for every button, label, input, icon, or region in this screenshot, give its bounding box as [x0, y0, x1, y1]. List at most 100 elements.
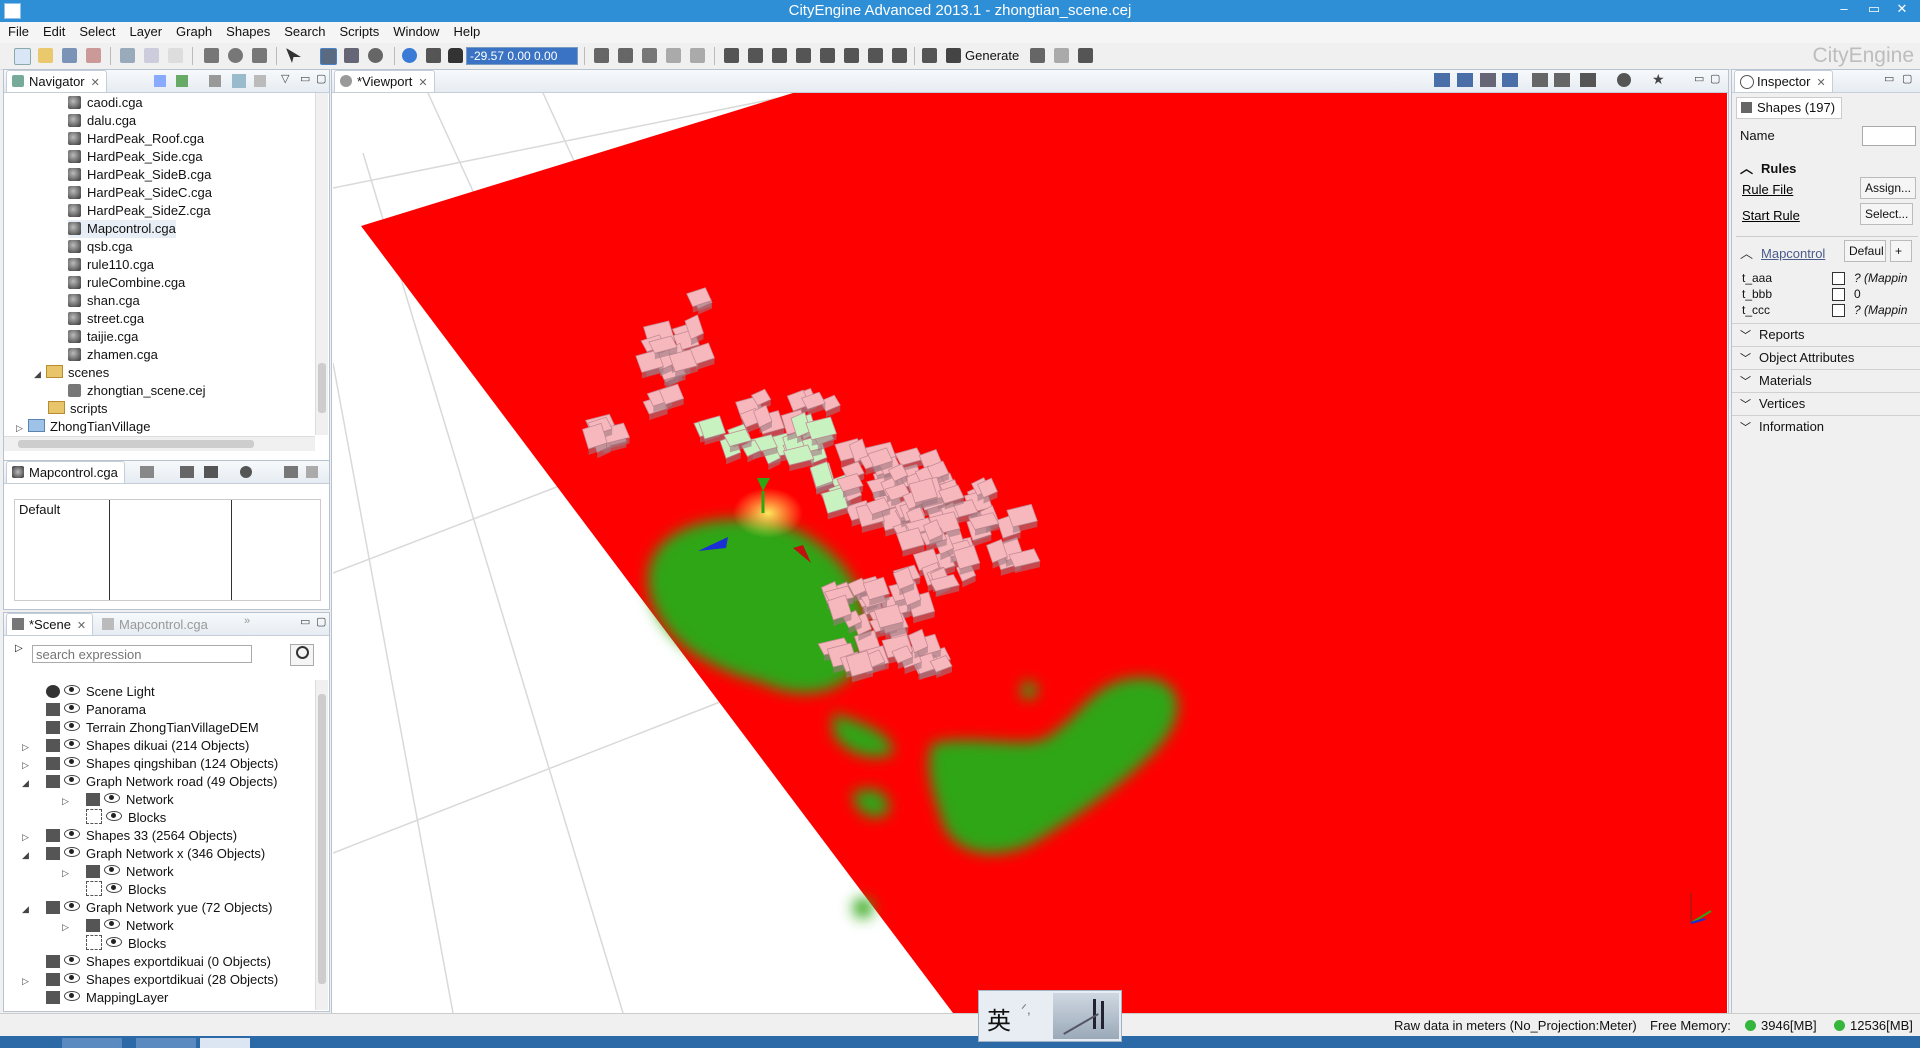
minimize-panel-icon[interactable]: ▭	[300, 72, 310, 85]
navigator-file[interactable]: zhamen.cga	[68, 346, 158, 364]
menu-file[interactable]: File	[0, 22, 35, 39]
rule-file-link[interactable]: Rule File	[1742, 182, 1793, 197]
add-style-button[interactable]: +	[1890, 240, 1912, 262]
bookmarks-icon[interactable]	[1532, 73, 1548, 87]
shape-tool-5-icon[interactable]	[820, 48, 835, 63]
delete-models-icon[interactable]	[1078, 48, 1093, 63]
view-menu-icon[interactable]	[209, 75, 221, 87]
maximize-panel-icon[interactable]: ▢	[316, 615, 326, 628]
scene-layer-row[interactable]: ▷ Shapes qingshiban (124 Objects)	[22, 755, 278, 773]
maximize-panel-icon[interactable]: ▢	[316, 72, 326, 85]
minimize-button[interactable]: –	[1830, 1, 1858, 16]
generate-icon[interactable]	[946, 48, 961, 63]
move-icon[interactable]	[204, 48, 219, 63]
search-button[interactable]	[290, 644, 314, 666]
gear-icon[interactable]	[1617, 73, 1631, 87]
street-tool-icon[interactable]	[618, 48, 633, 63]
menu-window[interactable]: Window	[385, 22, 445, 39]
scene-layer-row[interactable]: ▷ Network	[62, 863, 174, 881]
navigator-file[interactable]: HardPeak_SideZ.cga	[68, 202, 211, 220]
shape-tool-4-icon[interactable]	[796, 48, 811, 63]
select-start-rule-button[interactable]: Select...	[1860, 203, 1914, 225]
open-folder-icon[interactable]	[38, 48, 53, 63]
scene-layer-row[interactable]: Panorama	[22, 701, 146, 719]
navigator-file[interactable]: HardPeak_Side.cga	[68, 148, 203, 166]
shape-tool-3-icon[interactable]	[772, 48, 787, 63]
align-tool-icon[interactable]	[666, 48, 681, 63]
graph-tool-icon[interactable]	[642, 48, 657, 63]
world-coords-icon[interactable]	[402, 48, 417, 63]
shaded-icon[interactable]	[1457, 73, 1473, 87]
start-rule-link[interactable]: Start Rule	[1742, 208, 1800, 223]
close-icon[interactable]: ✕	[91, 77, 100, 89]
scene-layer-row[interactable]: Shapes exportdikuai (0 Objects)	[22, 953, 271, 971]
eye-icon[interactable]	[106, 883, 122, 893]
select-arrow-icon[interactable]	[286, 48, 301, 63]
maximize-panel-icon[interactable]: ▢	[1902, 72, 1912, 85]
shape-tool-7-icon[interactable]	[868, 48, 883, 63]
eye-icon[interactable]	[64, 703, 80, 713]
chevron-right-icon[interactable]: ▷	[22, 828, 46, 846]
eye-icon[interactable]	[64, 955, 80, 965]
polygon-tool-icon[interactable]	[594, 48, 609, 63]
eye-icon[interactable]	[64, 973, 80, 983]
tab-mapcontrol[interactable]: Mapcontrol.cga	[6, 461, 125, 483]
navigator-folder-scenes[interactable]: ◢ scenes	[34, 364, 109, 382]
connect-attribute-icon[interactable]	[1832, 288, 1845, 301]
eye-icon[interactable]	[64, 685, 80, 695]
rotate-icon[interactable]	[228, 48, 243, 63]
eye-icon[interactable]	[64, 991, 80, 1001]
maximize-panel-icon[interactable]: ▢	[1710, 72, 1720, 85]
taskbar-app-3[interactable]	[200, 1038, 250, 1048]
lock-icon[interactable]	[448, 48, 463, 63]
paste-icon[interactable]	[168, 48, 183, 63]
navigator-file[interactable]: dalu.cga	[68, 112, 136, 130]
navigator-file[interactable]: caodi.cga	[68, 94, 143, 112]
tab-mapcontrol-inactive[interactable]: Mapcontrol.cga	[96, 613, 215, 635]
close-icon[interactable]: ✕	[1816, 77, 1825, 89]
object-coords-icon[interactable]	[426, 48, 441, 63]
taskbar-app-2[interactable]	[136, 1038, 196, 1048]
scale-icon[interactable]	[252, 48, 267, 63]
shapes-count-tab[interactable]: Shapes (197)	[1736, 97, 1842, 119]
taskbar-app-1[interactable]	[62, 1038, 122, 1048]
clean-models-icon[interactable]	[1054, 48, 1069, 63]
pin-icon[interactable]	[306, 466, 318, 478]
close-icon[interactable]: ✕	[77, 620, 86, 632]
attribute-value[interactable]: 0	[1854, 287, 1918, 301]
more-tabs-icon[interactable]: »	[244, 615, 250, 627]
navigator-file[interactable]: HardPeak_Roof.cga	[68, 130, 204, 148]
viewport-3d-scene[interactable]	[333, 93, 1727, 1013]
navigator-file[interactable]: street.cga	[68, 310, 144, 328]
menu-scripts[interactable]: Scripts	[331, 22, 385, 39]
section-vertices[interactable]: ﹀ Vertices	[1740, 396, 1805, 412]
scene-layer-row[interactable]: ◢ Graph Network x (346 Objects)	[22, 845, 265, 863]
minimize-panel-icon[interactable]: ▭	[1884, 72, 1894, 85]
eye-icon[interactable]	[64, 739, 80, 749]
navigator-hscrollbar[interactable]	[4, 436, 315, 451]
chevron-down-icon[interactable]: ◢	[22, 846, 46, 864]
scene-layer-row[interactable]: ▷ Shapes exportdikuai (28 Objects)	[22, 971, 278, 989]
tab-inspector[interactable]: Inspector ✕	[1734, 70, 1833, 92]
export-icon[interactable]	[284, 466, 298, 478]
tool-icon[interactable]	[86, 48, 101, 63]
search-input[interactable]	[32, 645, 252, 663]
navigator-file[interactable]: qsb.cga	[68, 238, 133, 256]
chevron-down-icon[interactable]: ▽	[281, 72, 289, 85]
eye-icon[interactable]	[104, 919, 120, 929]
select-mode-icon[interactable]	[320, 48, 337, 65]
navigator-scene-file[interactable]: zhongtian_scene.cej	[68, 382, 206, 400]
menu-help[interactable]: Help	[445, 22, 486, 39]
save-icon[interactable]	[62, 48, 77, 63]
expand-search-icon[interactable]: ▷	[15, 643, 23, 654]
link-editor-icon[interactable]	[176, 75, 188, 87]
chevron-right-icon[interactable]: ▷	[62, 792, 86, 810]
scene-layer-row[interactable]: Blocks	[62, 881, 166, 899]
menu-layer[interactable]: Layer	[122, 22, 169, 39]
navigator-file[interactable]: shan.cga	[68, 292, 140, 310]
frame-icon[interactable]	[1554, 73, 1570, 87]
maximize-button[interactable]: ▭	[1860, 1, 1888, 17]
minimize-panel-icon[interactable]: ▭	[1694, 72, 1704, 85]
cut-icon[interactable]	[120, 48, 135, 63]
eye-icon[interactable]	[64, 757, 80, 767]
